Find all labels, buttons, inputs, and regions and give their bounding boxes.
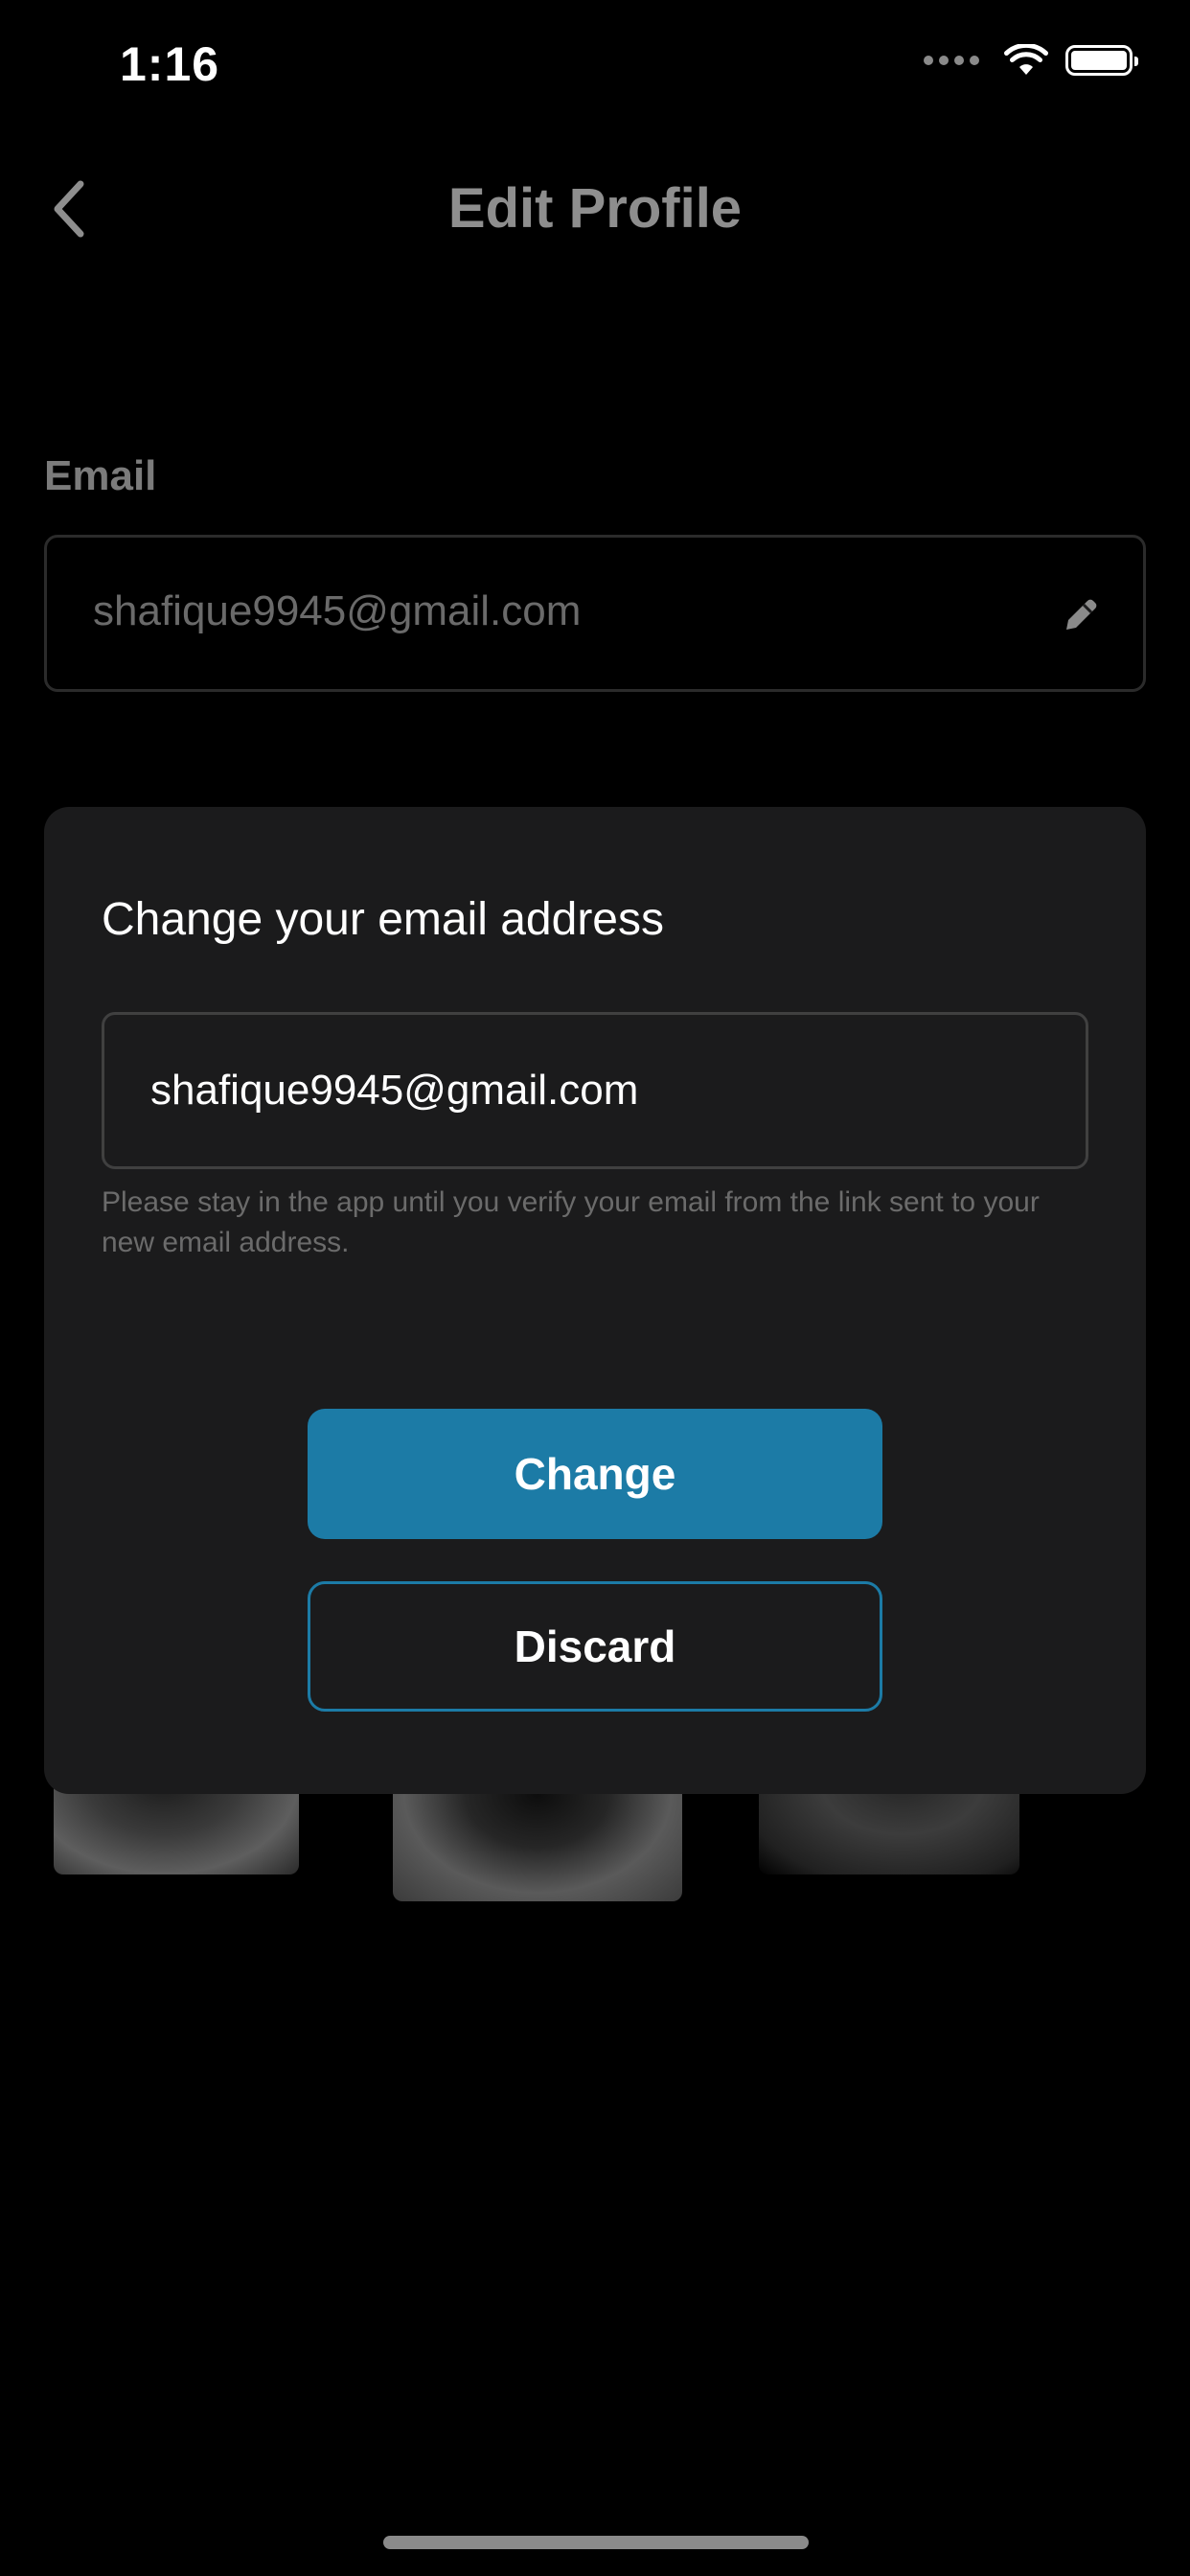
signal-dots-icon [924, 56, 979, 65]
email-field-value: shafique9945@gmail.com [93, 587, 582, 634]
modal-title: Change your email address [102, 894, 664, 945]
header: Edit Profile [0, 153, 1190, 268]
avatar-thumbnail [759, 1782, 1019, 1874]
change-button[interactable]: Change [308, 1409, 882, 1539]
avatar-thumbnail [393, 1782, 682, 1901]
email-label: Email [44, 452, 157, 499]
avatar-thumbnail [54, 1782, 299, 1874]
page-title: Edit Profile [447, 177, 743, 240]
modal-helper-text: Please stay in the app until you verify … [102, 1186, 1040, 1258]
status-bar: 1:16 [0, 0, 1190, 134]
wifi-icon [1004, 44, 1048, 75]
battery-icon [1065, 45, 1138, 76]
change-email-modal: Change your email address Please stay in… [44, 807, 1146, 1794]
email-field[interactable]: shafique9945@gmail.com [44, 535, 1146, 692]
home-indicator [383, 2536, 809, 2549]
discard-button[interactable]: Discard [308, 1581, 882, 1712]
new-email-input[interactable] [102, 1012, 1088, 1169]
edit-email-button[interactable] [1055, 587, 1109, 641]
status-time: 1:16 [120, 37, 220, 91]
status-icons [924, 44, 1138, 77]
pencil-icon [1066, 599, 1097, 630]
